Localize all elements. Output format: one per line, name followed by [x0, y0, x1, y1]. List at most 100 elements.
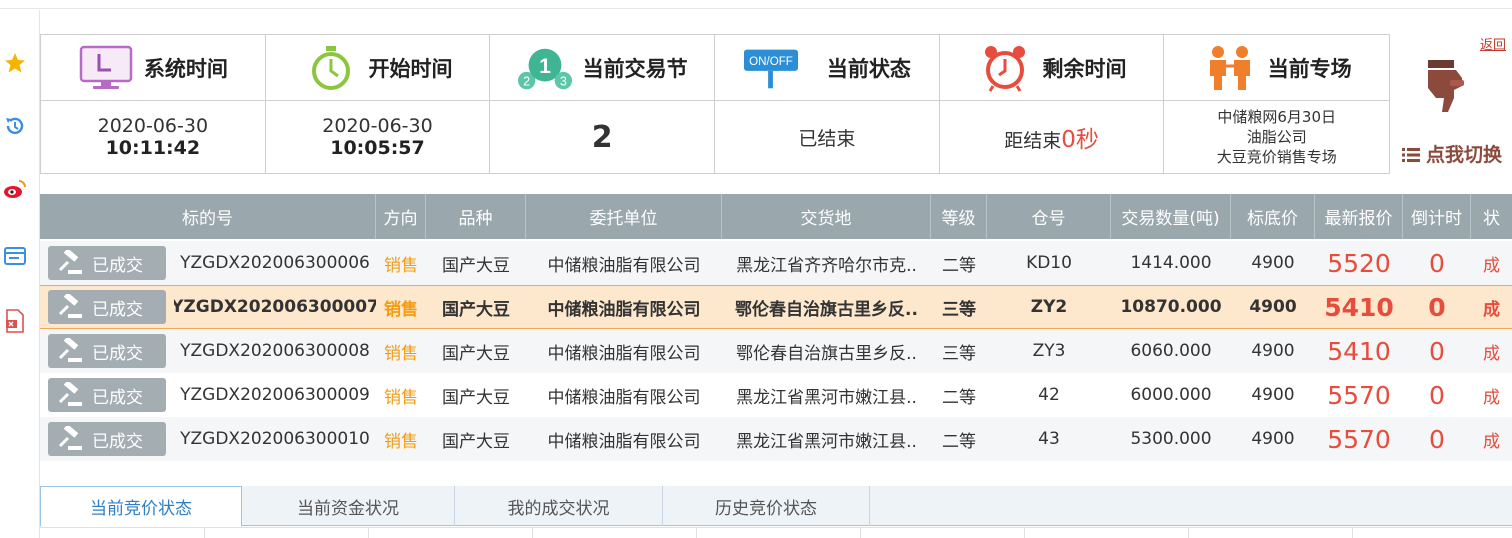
start-date: 2020-06-30 [322, 115, 433, 137]
system-date: 2020-06-30 [97, 115, 209, 137]
header-direction[interactable]: 方向 [376, 194, 426, 239]
done-label: 已成交 [92, 431, 143, 452]
tab-bar: 当前竞价状态 当前资金状况 我的成交状况 历史竞价状态 [40, 486, 1512, 527]
delivery-place: 黑龙江省齐齐哈尔市克.. [736, 255, 917, 276]
header-latest-price[interactable]: 最新报价 [1315, 194, 1403, 239]
monitor-icon [78, 42, 134, 94]
done-cell: 已成交 [40, 417, 174, 461]
warehouse: ZY3 [1032, 341, 1066, 361]
tab-funds[interactable]: 当前资金状况 [242, 486, 455, 526]
header-warehouse[interactable]: 仓号 [987, 194, 1111, 239]
stopwatch-icon [303, 42, 359, 94]
gavel-icon [48, 334, 92, 368]
remaining-title: 剩余时间 [1042, 56, 1127, 81]
history-icon[interactable] [2, 113, 28, 139]
bubble-label-3: 3 [560, 74, 567, 88]
base-price: 4900 [1251, 341, 1295, 361]
lot-id: YZGDX202006300009 [180, 385, 370, 405]
people-icon [1202, 42, 1258, 94]
direction: 销售 [384, 299, 418, 320]
done-button[interactable]: 已成交 [48, 334, 166, 368]
venue-line-1: 中储粮网6月30日 [1217, 108, 1337, 126]
lot-id: YZGDX202006300010 [180, 429, 370, 449]
on-off-sign-icon: ON/OFF [743, 42, 799, 94]
session-number: 2 [591, 119, 613, 155]
direction: 销售 [384, 431, 418, 452]
bubble-label-2: 2 [523, 74, 530, 88]
table-row[interactable]: 已成交 YZGDX202006300007 销售 国产大豆 中储粮油脂有限公司 … [40, 285, 1512, 329]
system-time-panel: 系统时间 2020-06-30 10:11:42 [41, 35, 266, 173]
window-icon[interactable] [2, 243, 28, 269]
header-countdown[interactable]: 倒计时 [1403, 194, 1471, 239]
delivery-place: 黑龙江省黑河市嫩江县.. [736, 387, 917, 408]
variety: 国产大豆 [442, 431, 510, 452]
header-client[interactable]: 委托单位 [526, 194, 722, 239]
client: 中储粮油脂有限公司 [547, 387, 701, 408]
client: 中储粮油脂有限公司 [547, 343, 701, 364]
quantity: 6000.000 [1130, 385, 1212, 405]
venue-line-2: 油脂公司 [1246, 128, 1307, 146]
session-title: 当前交易节 [582, 56, 688, 81]
header-qty[interactable]: 交易数量(吨) [1111, 194, 1231, 239]
latest-price: 5570 [1327, 424, 1391, 454]
alarm-clock-icon [977, 42, 1033, 94]
header-place[interactable]: 交货地 [722, 194, 931, 239]
base-price: 4900 [1251, 429, 1295, 449]
header-lot-id[interactable]: 标的号 [40, 194, 376, 239]
countdown: 0 [1429, 336, 1445, 366]
grade: 二等 [942, 387, 976, 408]
done-button[interactable]: 已成交 [48, 290, 166, 324]
weibo-icon[interactable] [2, 176, 28, 202]
info-panel: 系统时间 2020-06-30 10:11:42 开始时间 2020-06-30… [40, 34, 1390, 174]
top-divider [0, 8, 1512, 9]
status: 成 [1483, 387, 1500, 408]
star-icon[interactable] [2, 50, 28, 76]
done-button[interactable]: 已成交 [48, 246, 166, 280]
header-grade[interactable]: 等级 [931, 194, 987, 239]
done-cell: 已成交 [40, 241, 174, 285]
header-base-price[interactable]: 标底价 [1231, 194, 1315, 239]
status: 成 [1483, 431, 1500, 452]
done-label: 已成交 [92, 387, 143, 408]
tab-my-deals[interactable]: 我的成交状况 [455, 486, 663, 526]
countdown: 0 [1428, 292, 1446, 322]
done-cell: 已成交 [40, 285, 174, 329]
header-status[interactable]: 状 [1471, 194, 1512, 239]
done-label: 已成交 [92, 255, 143, 276]
quantity: 10870.000 [1120, 297, 1222, 317]
direction: 销售 [384, 255, 418, 276]
table-row[interactable]: 已成交 YZGDX202006300008 销售 国产大豆 中储粮油脂有限公司 … [40, 329, 1512, 373]
warehouse: KD10 [1026, 253, 1072, 273]
client: 中储粮油脂有限公司 [547, 255, 701, 276]
base-price: 4900 [1249, 297, 1297, 317]
done-button[interactable]: 已成交 [48, 422, 166, 456]
venue-title: 当前专场 [1267, 56, 1352, 81]
variety: 国产大豆 [442, 255, 510, 276]
done-label: 已成交 [92, 343, 143, 364]
delivery-place: 鄂伦春自治旗古里乡反.. [736, 343, 917, 364]
switch-button[interactable]: 点我切换 [1390, 34, 1512, 174]
session-panel: 2 1 3 当前交易节 2 [490, 35, 716, 173]
table-row[interactable]: 已成交 YZGDX202006300010 销售 国产大豆 中储粮油脂有限公司 … [40, 417, 1512, 461]
done-button[interactable]: 已成交 [48, 378, 166, 412]
tab-current-bidding[interactable]: 当前竞价状态 [40, 486, 242, 527]
status: 成 [1483, 255, 1500, 276]
switch-text: 点我切换 [1426, 144, 1503, 166]
grade: 三等 [942, 343, 976, 364]
venue-panel: 当前专场 中储粮网6月30日 油脂公司 大豆竞价销售专场 [1164, 35, 1390, 173]
warehouse: ZY2 [1030, 297, 1068, 317]
system-time-title: 系统时间 [143, 56, 228, 81]
header-variety[interactable]: 品种 [426, 194, 526, 239]
variety: 国产大豆 [442, 343, 510, 364]
grade: 二等 [942, 431, 976, 452]
status-title: 当前状态 [826, 56, 911, 81]
countdown: 0 [1429, 380, 1445, 410]
table-row[interactable]: 已成交 YZGDX202006300009 销售 国产大豆 中储粮油脂有限公司 … [40, 373, 1512, 417]
variety: 国产大豆 [442, 387, 510, 408]
quantity: 5300.000 [1130, 429, 1212, 449]
tab-history[interactable]: 历史竞价状态 [663, 486, 870, 526]
base-price: 4900 [1251, 385, 1295, 405]
pdf-icon[interactable] [2, 308, 28, 334]
latest-price: 5410 [1324, 292, 1394, 322]
table-row[interactable]: 已成交 YZGDX202006300006 销售 国产大豆 中储粮油脂有限公司 … [40, 241, 1512, 285]
